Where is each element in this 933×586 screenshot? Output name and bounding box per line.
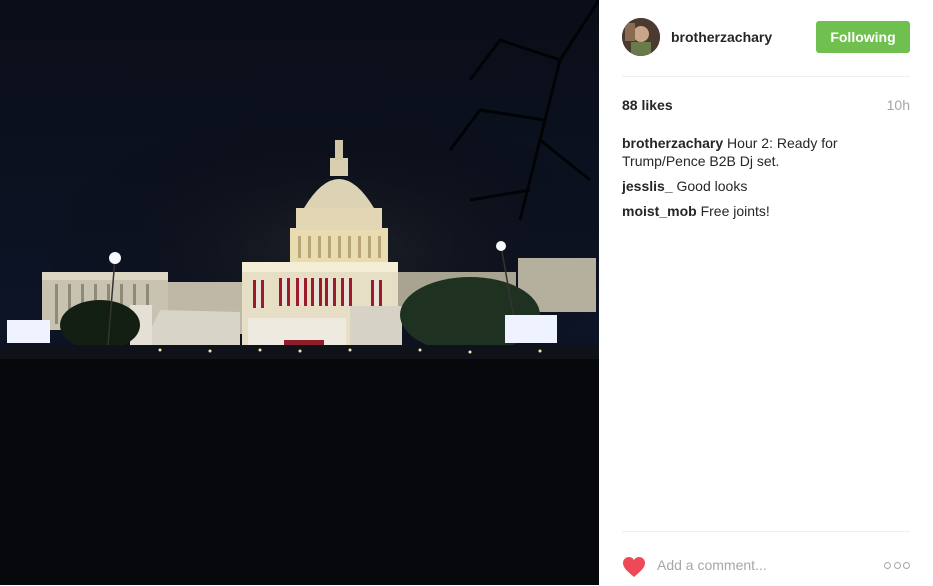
avatar[interactable]	[622, 18, 660, 56]
capitol-night-photo	[0, 0, 599, 585]
post-header: brotherzachary Following	[622, 0, 910, 77]
comments-list: brotherzachary Hour 2: Ready for Trump/P…	[622, 134, 910, 227]
likes-count[interactable]: 88 likes	[622, 97, 673, 113]
comment-item: brotherzachary Hour 2: Ready for Trump/P…	[622, 134, 910, 170]
username-link[interactable]: brotherzachary	[671, 29, 772, 45]
add-comment-input[interactable]	[657, 553, 867, 577]
comment-text: Free joints!	[700, 203, 770, 219]
comment-author[interactable]: brotherzachary	[622, 135, 723, 151]
post-timestamp[interactable]: 10h	[887, 97, 910, 113]
more-options-icon[interactable]	[884, 557, 910, 573]
comment-author[interactable]: moist_mob	[622, 203, 697, 219]
comment-item: moist_mob Free joints!	[622, 202, 910, 220]
comment-item: jesslis_ Good looks	[622, 177, 910, 195]
post-photo[interactable]	[0, 0, 599, 585]
comment-text: Good looks	[676, 178, 748, 194]
heart-icon[interactable]	[622, 556, 646, 578]
comment-author[interactable]: jesslis_	[622, 178, 673, 194]
post-actions	[622, 531, 910, 586]
following-button[interactable]: Following	[816, 21, 910, 53]
post-details-panel: brotherzachary Following 88 likes 10h br…	[599, 0, 933, 585]
